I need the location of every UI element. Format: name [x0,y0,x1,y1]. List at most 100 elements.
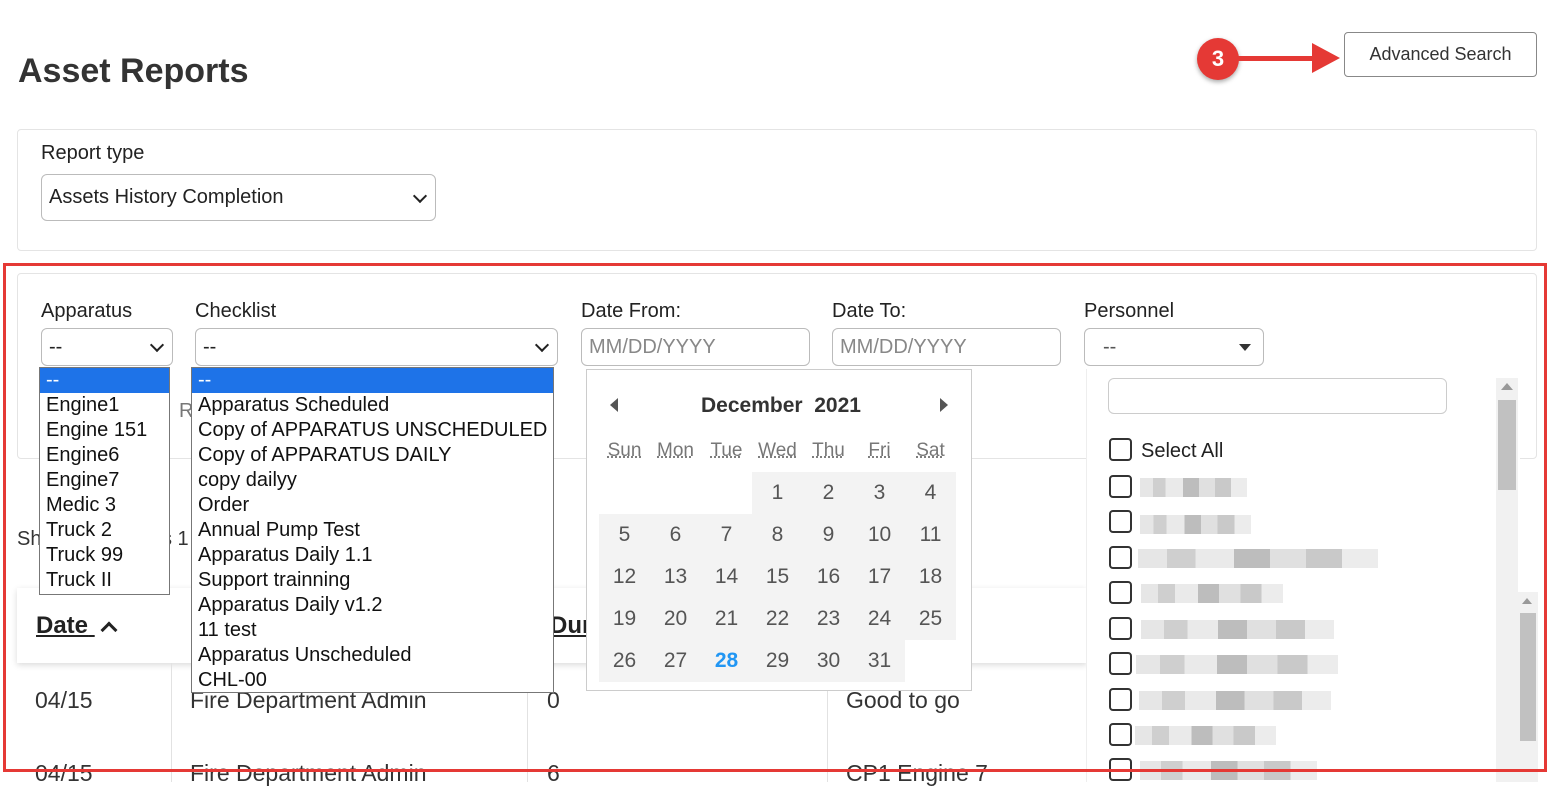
checklist-option[interactable]: -- [192,368,553,393]
date-to-input[interactable]: MM/DD/YYYY [832,328,1061,366]
report-type-label: Report type [41,142,145,164]
calendar-day[interactable]: 19 [599,598,650,640]
personnel-checkbox[interactable] [1109,758,1132,781]
checklist-option[interactable]: 11 test [192,618,553,643]
calendar-day[interactable]: 25 [905,598,956,640]
calendar-day[interactable]: 5 [599,514,650,556]
checklist-value: -- [203,335,217,358]
calendar-empty-cell [701,472,752,514]
date-column-header[interactable]: Date [36,612,118,640]
calendar-day[interactable]: 12 [599,556,650,598]
apparatus-option[interactable]: Truck II [40,568,169,593]
calendar-day[interactable]: 23 [803,598,854,640]
calendar-day[interactable]: 7 [701,514,752,556]
checklist-option[interactable]: Apparatus Scheduled [192,393,553,418]
personnel-checkbox[interactable] [1109,475,1132,498]
calendar-day[interactable]: 3 [854,472,905,514]
calendar-day[interactable]: 16 [803,556,854,598]
calendar-week-row: 26 27 28 29 30 31 [599,640,956,682]
apparatus-option[interactable]: Engine1 [40,393,169,418]
calendar-day[interactable]: 20 [650,598,701,640]
calendar-day[interactable]: 6 [650,514,701,556]
apparatus-option[interactable]: Engine6 [40,443,169,468]
calendar-day[interactable]: 14 [701,556,752,598]
calendar-day[interactable]: 28 [701,640,752,682]
calendar-day[interactable]: 13 [650,556,701,598]
calendar-day[interactable]: 11 [905,514,956,556]
date-picker-calendar: December 2021 Sun Mon Tue Wed Thu Fri Sat 1234… [586,369,972,691]
checklist-option[interactable]: Copy of APPARATUS UNSCHEDULED [192,418,553,443]
row-2-duration: 6 [547,760,560,786]
sort-up-icon [100,621,118,639]
personnel-search-input[interactable] [1108,378,1447,414]
apparatus-option[interactable]: Truck 2 [40,518,169,543]
annotation-arrow-head [1312,43,1340,73]
checklist-option[interactable]: Apparatus Unscheduled [192,643,553,668]
personnel-checkbox[interactable] [1109,581,1132,604]
row-1-date: 04/15 [35,687,93,713]
checklist-option[interactable]: Copy of APPARATUS DAILY [192,443,553,468]
date-from-input[interactable]: MM/DD/YYYY [581,328,810,366]
calendar-day[interactable]: 18 [905,556,956,598]
prev-month-icon[interactable] [610,398,618,412]
calendar-week-row: 12 13 14 15 16 17 18 [599,556,956,598]
personnel-checkbox[interactable] [1109,546,1132,569]
calendar-day[interactable]: 4 [905,472,956,514]
apparatus-option[interactable]: Engine 151 [40,418,169,443]
date-to-placeholder: MM/DD/YYYY [840,335,967,358]
apparatus-option[interactable]: Truck 99 [40,543,169,568]
personnel-checkbox[interactable] [1109,688,1132,711]
calendar-day[interactable]: 24 [854,598,905,640]
weekday-label: Mon [657,440,694,461]
calendar-day[interactable]: 30 [803,640,854,682]
calendar-day[interactable]: 31 [854,640,905,682]
advanced-search-button[interactable]: Advanced Search [1344,32,1537,77]
checklist-option[interactable]: Support trainning [192,568,553,593]
calendar-day[interactable]: 2 [803,472,854,514]
checklist-option[interactable]: Order [192,493,553,518]
next-month-icon[interactable] [940,398,948,412]
apparatus-option[interactable]: Engine7 [40,468,169,493]
checklist-option[interactable]: CHL-00 [192,668,553,692]
calendar-day[interactable]: 15 [752,556,803,598]
checklist-option[interactable]: copy dailyy [192,468,553,493]
calendar-day[interactable]: 17 [854,556,905,598]
personnel-checkbox[interactable] [1109,617,1132,640]
checklist-option[interactable]: Apparatus Daily 1.1 [192,543,553,568]
calendar-empty-cell [599,472,650,514]
redacted-name [1140,761,1317,780]
date-header-label: Date [36,612,89,639]
calendar-day[interactable]: 29 [752,640,803,682]
personnel-checkbox[interactable] [1109,652,1132,675]
calendar-day[interactable]: 21 [701,598,752,640]
calendar-day[interactable]: 9 [803,514,854,556]
showing-text-partial: Sh [17,528,42,550]
calendar-day[interactable]: 27 [650,640,701,682]
report-type-select[interactable]: Assets History Completion [41,174,436,221]
calendar-day[interactable]: 8 [752,514,803,556]
weekday-label: Wed [758,440,797,461]
apparatus-option[interactable]: -- [40,368,169,393]
calendar-day[interactable]: 10 [854,514,905,556]
page-scrollbar-thumb[interactable] [1520,613,1536,741]
scroll-up-icon[interactable] [1522,598,1532,604]
apparatus-option[interactable]: Medic 3 [40,493,169,518]
calendar-day[interactable]: 1 [752,472,803,514]
personnel-scrollbar-thumb[interactable] [1498,400,1516,490]
checklist-option[interactable]: Apparatus Daily v1.2 [192,593,553,618]
personnel-checkbox[interactable] [1109,510,1132,533]
calendar-day[interactable]: 22 [752,598,803,640]
personnel-checkbox[interactable] [1109,723,1132,746]
personnel-select[interactable]: -- [1084,328,1264,366]
scroll-up-icon[interactable] [1501,383,1513,390]
redacted-name [1139,691,1331,710]
step-badge: 3 [1197,38,1239,80]
calendar-grid: 1 2 3 4 5 6 7 8 9 10 11 12 13 14 15 16 17 18 19 20 21 22 23 24 2… [599,472,956,682]
weekday-label: Sat [916,440,945,461]
calendar-day[interactable]: 26 [599,640,650,682]
checklist-label: Checklist [195,300,277,322]
select-all-checkbox[interactable] [1109,438,1132,461]
apparatus-select[interactable]: -- [41,328,173,366]
checklist-option[interactable]: Annual Pump Test [192,518,553,543]
checklist-select[interactable]: -- [195,328,558,366]
